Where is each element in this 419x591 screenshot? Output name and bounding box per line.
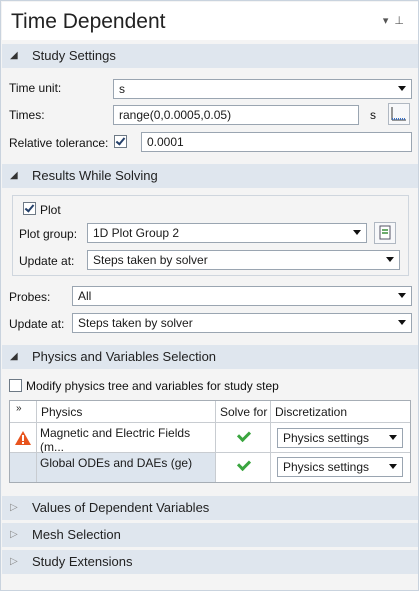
plot-checkbox[interactable]	[23, 202, 36, 215]
modify-physics-checkbox[interactable]	[9, 379, 22, 392]
plot-label: Plot	[40, 203, 61, 217]
range-button[interactable]	[388, 103, 410, 125]
section-mesh-selection[interactable]: ▷ Mesh Selection	[2, 523, 418, 547]
warning-icon	[15, 431, 31, 445]
physics-table: » Physics Solve for Discretization Magne…	[9, 400, 411, 483]
relative-tolerance-label: Relative tolerance:	[9, 136, 109, 150]
panel-title: Time Dependent	[11, 10, 166, 33]
section-values-of-dependent-variables[interactable]: ▷ Values of Dependent Variables	[2, 496, 418, 520]
chevron-down-icon	[398, 293, 406, 298]
column-header-discretization[interactable]: Discretization	[271, 401, 410, 423]
discretization-value: Physics settings	[283, 431, 370, 445]
update-at-value: Steps taken by solver	[93, 253, 208, 267]
chevron-down-icon	[353, 230, 361, 235]
probes-value: All	[78, 289, 92, 303]
title-bar: Time Dependent ▾⊥	[2, 2, 418, 40]
section-label: Mesh Selection	[32, 527, 121, 542]
check-icon	[236, 427, 252, 443]
probes-select[interactable]: All	[72, 286, 412, 306]
time-unit-select[interactable]: s	[113, 79, 412, 99]
relative-tolerance-input[interactable]: 0.0001	[141, 132, 412, 152]
discretization-select[interactable]: Physics settings	[277, 428, 403, 448]
section-study-settings[interactable]: ◢ Study Settings	[2, 44, 418, 68]
checkmark-icon	[115, 135, 126, 146]
time-unit-label: Time unit:	[9, 81, 62, 95]
column-header-label: Discretization	[275, 405, 348, 419]
physics-name: Global ODEs and DAEs (ge)	[40, 456, 193, 470]
pin-icon[interactable]: ⊥	[394, 15, 410, 27]
range-icon	[391, 107, 406, 121]
settings-panel: Time Dependent ▾⊥ ◢ Study Settings Time …	[0, 0, 419, 591]
plot-group-select[interactable]: 1D Plot Group 2	[87, 223, 367, 243]
update-at-2-label: Update at:	[9, 317, 65, 331]
expand-arrow-icon: ◢	[10, 351, 18, 362]
times-input[interactable]: range(0,0.0005,0.05)	[113, 105, 359, 125]
table-header-expand[interactable]: »	[10, 401, 37, 423]
column-header-label: Physics	[41, 405, 83, 419]
table-row-warning-cell	[10, 423, 37, 453]
column-header-label: Solve for	[220, 405, 268, 419]
go-to-source-button[interactable]	[374, 222, 396, 244]
double-chevron-icon: »	[16, 403, 22, 414]
probes-label: Probes:	[9, 290, 51, 304]
discretization-select[interactable]: Physics settings	[277, 457, 403, 477]
collapsed-arrow-icon: ▷	[10, 556, 18, 567]
table-row[interactable]: Global ODEs and DAEs (ge)	[37, 453, 216, 482]
plot-group-label: Plot group:	[19, 227, 78, 241]
menu-dropdown-icon[interactable]: ▾	[383, 15, 395, 27]
times-label: Times:	[9, 108, 45, 122]
time-unit-value: s	[119, 82, 125, 96]
section-physics-variables-selection[interactable]: ◢ Physics and Variables Selection	[2, 345, 418, 369]
update-at-2-select[interactable]: Steps taken by solver	[72, 313, 412, 333]
expand-arrow-icon: ◢	[10, 50, 18, 61]
expand-arrow-icon: ◢	[10, 170, 18, 181]
chevron-down-icon	[398, 86, 406, 91]
section-label: Study Extensions	[32, 554, 133, 569]
chevron-down-icon	[386, 257, 394, 262]
chevron-down-icon	[389, 464, 397, 469]
discretization-value: Physics settings	[283, 460, 370, 474]
chevron-down-icon	[389, 435, 397, 440]
table-row-warning-cell	[10, 453, 37, 482]
modify-physics-label: Modify physics tree and variables for st…	[26, 379, 279, 393]
solve-for-cell[interactable]	[216, 453, 271, 482]
update-at-2-value: Steps taken by solver	[78, 316, 193, 330]
discretization-cell: Physics settings	[271, 453, 410, 482]
collapsed-arrow-icon: ▷	[10, 502, 18, 513]
go-to-source-icon	[379, 225, 391, 240]
collapsed-arrow-icon: ▷	[10, 529, 18, 540]
table-row[interactable]: Magnetic and Electric Fields (m...	[37, 423, 216, 454]
discretization-cell: Physics settings	[271, 423, 410, 453]
section-label: Physics and Variables Selection	[32, 349, 217, 364]
physics-name: Magnetic and Electric Fields (m...	[40, 426, 191, 454]
check-icon	[236, 456, 252, 472]
update-at-select[interactable]: Steps taken by solver	[87, 250, 400, 270]
column-header-physics[interactable]: Physics	[37, 401, 216, 423]
chevron-down-icon	[398, 320, 406, 325]
section-results-while-solving[interactable]: ◢ Results While Solving	[2, 164, 418, 188]
checkmark-icon	[24, 202, 35, 213]
times-unit-label: s	[370, 108, 376, 122]
solve-for-cell[interactable]	[216, 423, 271, 453]
section-label: Values of Dependent Variables	[32, 500, 210, 515]
times-value: range(0,0.0005,0.05)	[119, 108, 232, 122]
section-label: Study Settings	[32, 48, 116, 63]
relative-tolerance-checkbox[interactable]	[114, 135, 127, 148]
update-at-label: Update at:	[19, 254, 75, 268]
plot-group-value: 1D Plot Group 2	[93, 226, 180, 240]
column-header-solve-for[interactable]: Solve for	[216, 401, 271, 423]
section-label: Results While Solving	[32, 168, 158, 183]
title-bar-icons: ▾⊥	[383, 14, 410, 27]
relative-tolerance-value: 0.0001	[147, 135, 184, 149]
section-study-extensions[interactable]: ▷ Study Extensions	[2, 550, 418, 574]
